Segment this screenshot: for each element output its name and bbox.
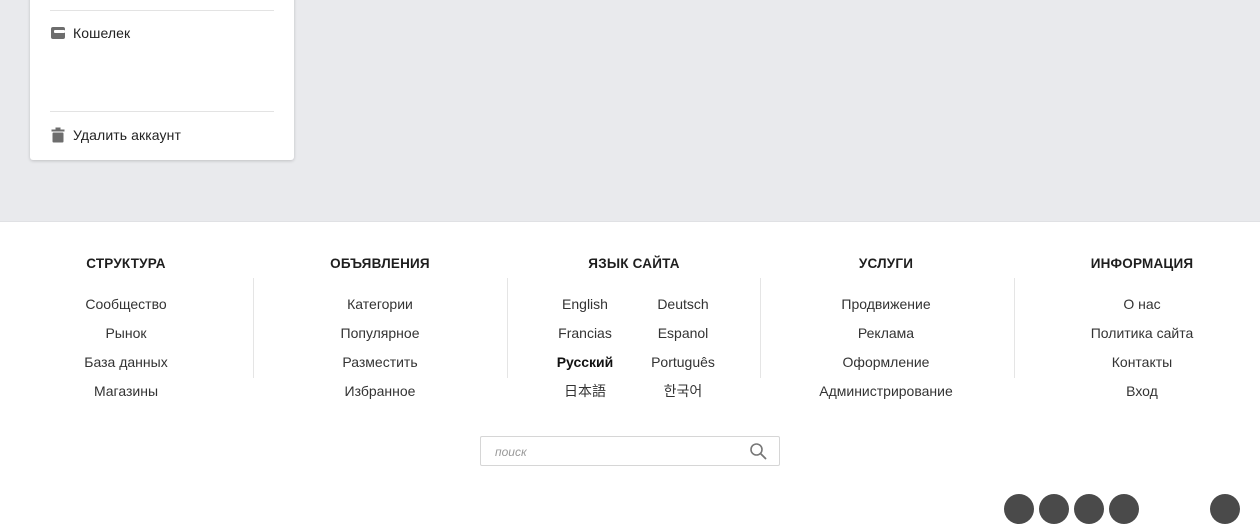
search-icon[interactable] <box>749 442 767 460</box>
footer-link-shops[interactable]: Магазины <box>46 382 206 411</box>
social-icon[interactable] <box>1210 494 1240 524</box>
footer-link-post-listing[interactable]: Разместить <box>300 353 460 382</box>
menu-item-delete-account[interactable]: Удалить аккаунт <box>50 127 181 143</box>
wallet-icon <box>50 25 66 41</box>
column-divider <box>507 278 508 378</box>
language-option-francias[interactable]: Francias <box>536 324 634 342</box>
footer-column-title: ЯЗЫК САЙТА <box>588 256 680 271</box>
account-menu-card: Кошелек Удалить аккаунт <box>30 0 294 160</box>
site-footer: СТРУКТУРА Сообщество Рынок База данных М… <box>0 222 1260 524</box>
menu-divider <box>50 111 274 112</box>
column-divider <box>1014 278 1015 378</box>
search-input[interactable] <box>493 441 742 463</box>
footer-link-database[interactable]: База данных <box>46 353 206 382</box>
footer-link-login[interactable]: Вход <box>1072 382 1212 411</box>
language-option-korean[interactable]: 한국어 <box>634 382 732 400</box>
social-icon[interactable] <box>1039 494 1069 524</box>
footer-link-site-policy[interactable]: Политика сайта <box>1072 324 1212 353</box>
menu-item-wallet[interactable]: Кошелек <box>50 25 130 41</box>
footer-link-design[interactable]: Оформление <box>796 353 976 382</box>
footer-link-administration[interactable]: Администрирование <box>796 382 976 411</box>
language-option-portugues[interactable]: Português <box>634 353 732 371</box>
footer-column-title: ОБЪЯВЛЕНИЯ <box>330 256 430 271</box>
footer-link-categories[interactable]: Категории <box>300 295 460 324</box>
language-option-deutsch[interactable]: Deutsch <box>634 295 732 313</box>
content-area: Кошелек Удалить аккаунт <box>0 0 1260 222</box>
footer-link-favorites[interactable]: Избранное <box>300 382 460 411</box>
footer-link-market[interactable]: Рынок <box>46 324 206 353</box>
footer-link-promotion[interactable]: Продвижение <box>796 295 976 324</box>
footer-link-popular[interactable]: Популярное <box>300 324 460 353</box>
language-option-russian-selected[interactable]: Русский <box>536 353 634 371</box>
language-option-japanese[interactable]: 日本語 <box>536 382 634 400</box>
footer-column-title: УСЛУГИ <box>858 256 914 271</box>
social-icon[interactable] <box>1074 494 1104 524</box>
language-option-english[interactable]: English <box>536 295 634 313</box>
footer-column-title: ИНФОРМАЦИЯ <box>1090 256 1194 271</box>
footer-link-contacts[interactable]: Контакты <box>1072 353 1212 382</box>
footer-link-community[interactable]: Сообщество <box>46 295 206 324</box>
footer-link-about[interactable]: О нас <box>1072 295 1212 324</box>
footer-column-title: СТРУКТУРА <box>86 256 166 271</box>
social-icon[interactable] <box>1004 494 1034 524</box>
menu-item-label: Кошелек <box>73 25 131 41</box>
footer-link-advertising[interactable]: Реклама <box>796 324 976 353</box>
menu-item-label: Удалить аккаунт <box>73 127 181 143</box>
language-option-espanol[interactable]: Espanol <box>634 324 732 342</box>
column-divider <box>760 278 761 378</box>
social-icon[interactable] <box>1109 494 1139 524</box>
column-divider <box>253 278 254 378</box>
footer-search <box>480 436 780 466</box>
trash-icon <box>50 127 66 143</box>
menu-divider <box>50 10 274 11</box>
